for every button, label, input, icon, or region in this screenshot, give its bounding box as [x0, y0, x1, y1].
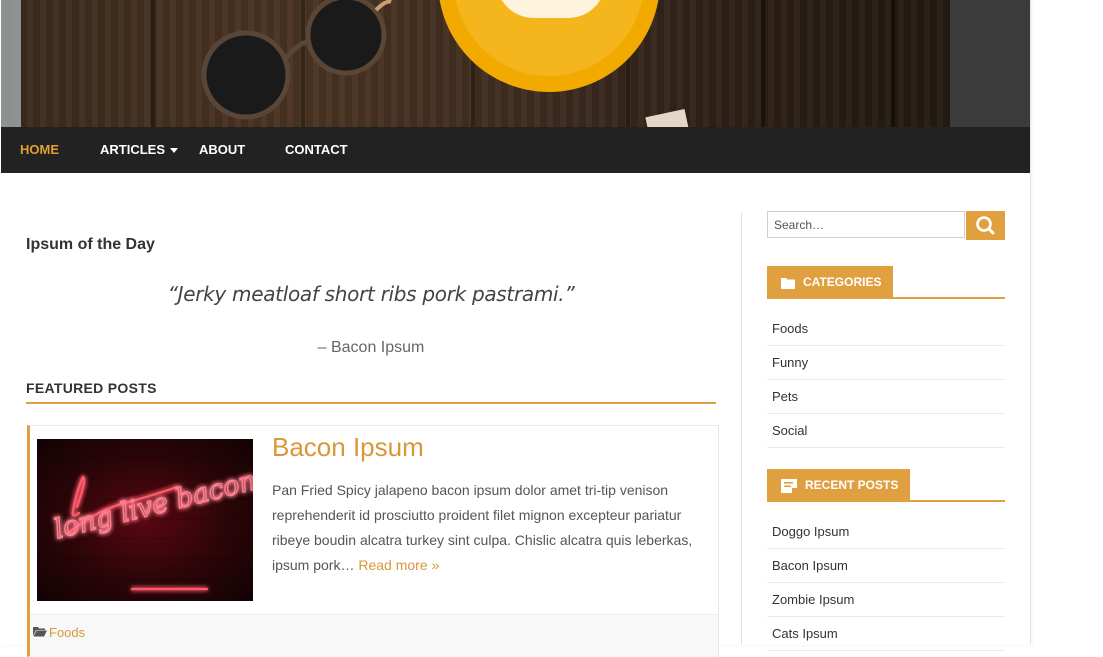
recent-post-item[interactable]: Bacon Ipsum — [767, 549, 1005, 583]
neon-sign-text: long live bacon — [51, 465, 253, 545]
folder-icon — [781, 277, 795, 289]
note-icon — [781, 478, 797, 493]
nav-articles-label: ARTICLES — [100, 142, 165, 157]
featured-posts-heading: FEATURED POSTS — [26, 380, 157, 396]
nav-articles[interactable]: ARTICLES — [100, 127, 178, 173]
recent-post-item[interactable]: Cats Ipsum — [767, 617, 1005, 651]
nav-contact[interactable]: CONTACT — [285, 127, 348, 173]
header-image — [1, 0, 1030, 127]
categories-widget-header: CATEGORIES — [767, 266, 1005, 299]
post-title[interactable]: Bacon Ipsum — [272, 432, 424, 463]
search-icon — [976, 216, 995, 235]
recent-post-item[interactable]: Doggo Ipsum — [767, 515, 1005, 549]
post-meta-footer: Foods — [30, 614, 718, 657]
category-item-funny[interactable]: Funny — [767, 346, 1005, 380]
folder-open-icon — [33, 627, 47, 637]
category-item-pets[interactable]: Pets — [767, 380, 1005, 414]
recent-posts-widget-header: RECENT POSTS — [767, 469, 1005, 502]
category-item-social[interactable]: Social — [767, 414, 1005, 448]
search-input[interactable] — [767, 211, 965, 238]
site-container: HOME ARTICLES ABOUT CONTACT Ipsum of the… — [0, 0, 1031, 657]
post-excerpt: Pan Fried Spicy jalapeno bacon ipsum dol… — [272, 478, 712, 578]
read-more-link[interactable]: Read more » — [358, 557, 439, 573]
recent-posts-list: Doggo Ipsum Bacon Ipsum Zombie Ipsum Cat… — [767, 515, 1005, 651]
recent-post-item[interactable]: Zombie Ipsum — [767, 583, 1005, 617]
categories-list: Foods Funny Pets Social — [767, 312, 1005, 448]
sidebar-divider — [741, 212, 742, 645]
nav-home[interactable]: HOME — [20, 127, 59, 173]
featured-post-card: long live bacon Bacon Ipsum Pan Fried Sp… — [27, 425, 719, 657]
post-category-link[interactable]: Foods — [49, 625, 85, 640]
ipsum-quote-author: – Bacon Ipsum — [317, 339, 425, 356]
search-button[interactable] — [966, 211, 1005, 240]
categories-title: CATEGORIES — [803, 275, 882, 289]
featured-divider — [26, 402, 716, 404]
category-item-foods[interactable]: Foods — [767, 312, 1005, 346]
post-excerpt-text: Pan Fried Spicy jalapeno bacon ipsum dol… — [272, 482, 693, 573]
ipsum-quote: “Jerky meatloaf short ribs pork pastrami… — [167, 282, 575, 306]
recent-posts-title: RECENT POSTS — [805, 478, 899, 492]
ipsum-widget-title: Ipsum of the Day — [26, 236, 155, 253]
post-thumbnail[interactable]: long live bacon — [37, 439, 253, 601]
main-navigation: HOME ARTICLES ABOUT CONTACT — [1, 127, 1030, 173]
chevron-down-icon — [170, 148, 178, 154]
nav-about[interactable]: ABOUT — [199, 127, 245, 173]
